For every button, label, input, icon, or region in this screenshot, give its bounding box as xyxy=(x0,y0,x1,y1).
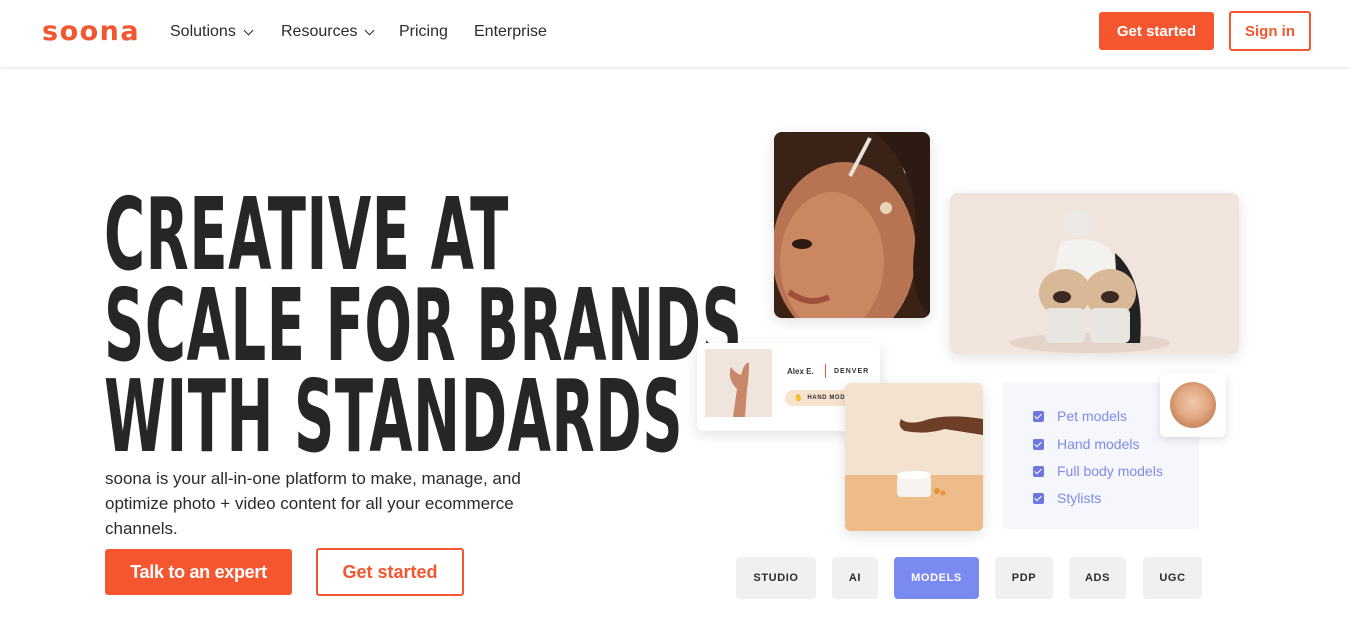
checkbox-checked-icon[interactable] xyxy=(1033,465,1044,477)
model-name: Alex E. xyxy=(787,367,814,376)
hero-subtext: soona is your all-in-one platform to mak… xyxy=(105,469,521,538)
hero-get-started-button[interactable]: Get started xyxy=(316,548,464,596)
chevron-down-icon xyxy=(243,25,254,35)
skincare-model-photo xyxy=(774,132,930,318)
tab-pdp[interactable]: PDP xyxy=(995,557,1053,599)
model-option-hand[interactable]: Hand models xyxy=(1033,436,1140,452)
nav-solutions-label: Solutions xyxy=(170,23,236,40)
product-jar-illustration xyxy=(845,383,983,531)
checkbox-checked-icon[interactable] xyxy=(1033,492,1044,504)
soona-logo[interactable]: soona xyxy=(42,16,140,47)
avatar-card xyxy=(1160,373,1226,437)
checkbox-checked-icon[interactable] xyxy=(1033,410,1044,422)
talk-to-expert-button[interactable]: Talk to an expert xyxy=(105,549,292,595)
model-option-pet[interactable]: Pet models xyxy=(1033,408,1127,424)
sign-in-button[interactable]: Sign in xyxy=(1229,11,1311,51)
model-option-label: Hand models xyxy=(1057,436,1140,452)
nav-get-started-button[interactable]: Get started xyxy=(1099,12,1214,50)
checkbox-checked-icon[interactable] xyxy=(1033,438,1044,450)
hand-model-thumbnail xyxy=(705,349,772,417)
hero-headline: CREATIVE AT SCALE FOR BRANDS WITH STANDA… xyxy=(104,185,742,475)
model-city: DENVER xyxy=(834,368,870,375)
tab-ugc[interactable]: UGC xyxy=(1143,557,1202,599)
model-option-label: Full body models xyxy=(1057,463,1163,479)
tab-ai[interactable]: AI xyxy=(832,557,878,599)
hand-icon: ✋ xyxy=(794,395,804,402)
headline-line-3: WITH STANDARDS xyxy=(104,358,684,475)
chevron-down-icon xyxy=(365,25,375,35)
nav-resources-label: Resources xyxy=(281,23,358,40)
man-with-bulldogs-photo xyxy=(950,193,1239,354)
model-option-label: Stylists xyxy=(1057,490,1102,506)
tab-ads[interactable]: ADS xyxy=(1069,557,1126,599)
tab-studio[interactable]: STUDIO xyxy=(736,557,816,599)
model-option-full-body[interactable]: Full body models xyxy=(1033,463,1163,479)
nav-resources[interactable]: Resources xyxy=(281,23,375,41)
product-jar-photo xyxy=(845,383,983,531)
model-option-stylists[interactable]: Stylists xyxy=(1033,490,1101,506)
name-divider xyxy=(825,364,826,378)
nav-solutions[interactable]: Solutions xyxy=(170,23,254,41)
skincare-model-illustration xyxy=(774,132,930,318)
bulldogs-illustration xyxy=(950,193,1239,354)
model-option-label: Pet models xyxy=(1057,408,1128,424)
nav-pricing[interactable]: Pricing xyxy=(399,23,448,41)
nav-pricing-label: Pricing xyxy=(399,23,448,40)
tab-models[interactable]: MODELS xyxy=(894,557,979,599)
avatar xyxy=(1170,382,1216,428)
hand-illustration xyxy=(705,349,772,417)
nav-enterprise-label: Enterprise xyxy=(474,23,547,40)
top-nav: soona Solutions Resources Pricing Enterp… xyxy=(0,0,1350,67)
nav-enterprise[interactable]: Enterprise xyxy=(474,23,547,41)
